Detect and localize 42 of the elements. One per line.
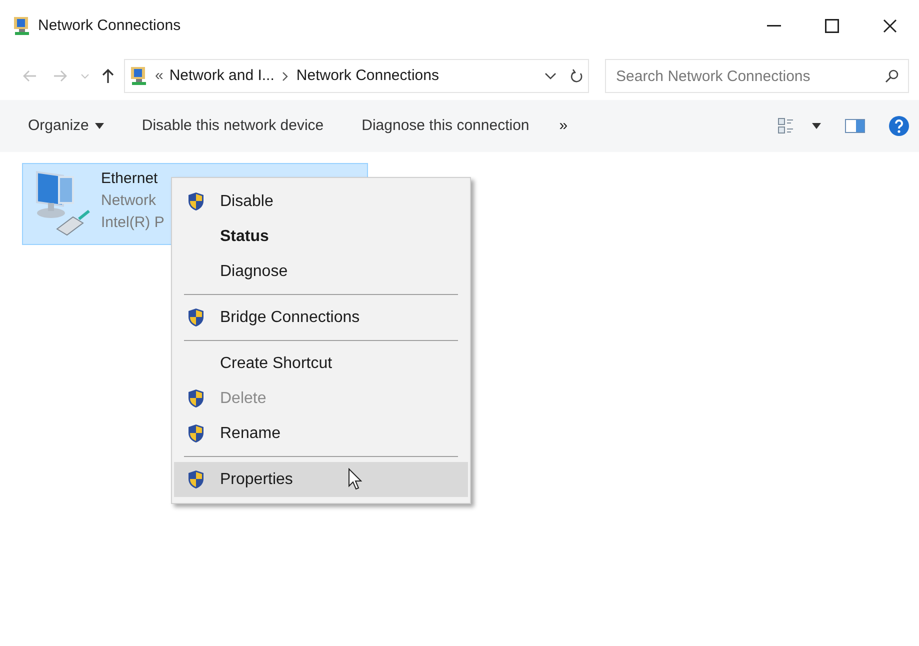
mouse-pointer-icon <box>348 468 362 490</box>
menu-item[interactable]: Create Shortcut <box>174 346 468 381</box>
caret-icon[interactable] <box>812 123 821 129</box>
preview-pane-icon[interactable] <box>845 119 865 133</box>
breadcrumb-overflow[interactable]: « <box>155 64 164 88</box>
chevron-down-icon <box>81 74 89 78</box>
toolbar-button[interactable]: Diagnose this connection <box>362 114 530 138</box>
shield-icon <box>188 389 204 408</box>
menu-item[interactable]: Bridge Connections <box>174 300 468 335</box>
breadcrumb[interactable]: Network and I... <box>169 64 274 88</box>
connection-status: Network <box>101 191 158 211</box>
chevron-right-icon[interactable] <box>282 72 288 80</box>
minimize-icon <box>767 25 781 27</box>
caret-icon <box>94 123 104 129</box>
back-arrow-icon <box>23 70 37 82</box>
help-icon[interactable] <box>889 116 909 136</box>
network-folder-icon <box>12 16 32 36</box>
shield-icon <box>188 308 204 327</box>
window-title: Network Connections <box>38 16 181 36</box>
shield-icon <box>188 470 204 489</box>
maximize-icon <box>825 19 839 33</box>
search-icon <box>885 69 899 83</box>
refresh-icon[interactable] <box>570 68 584 84</box>
breadcrumb[interactable]: Network Connections <box>296 64 439 88</box>
network-folder-icon <box>129 66 149 86</box>
menu-item[interactable]: Diagnose <box>174 254 468 289</box>
change-view-icon[interactable] <box>778 118 794 134</box>
close-icon <box>883 19 897 33</box>
forward-arrow-icon <box>53 70 67 82</box>
connection-name: Ethernet <box>101 169 159 189</box>
menu-item[interactable]: Rename <box>174 416 468 451</box>
toolbar-button[interactable]: Disable this network device <box>142 114 324 138</box>
search-field[interactable]: Search Network Connections <box>605 59 909 93</box>
up-arrow-icon <box>102 68 114 84</box>
shield-icon <box>188 424 204 443</box>
shield-icon <box>188 192 204 211</box>
adapter-name: Intel(R) P <box>101 213 164 233</box>
chevron-down-icon[interactable] <box>545 72 556 80</box>
toolbar-button[interactable]: Organize <box>28 114 104 138</box>
more-commands-button[interactable]: » <box>559 114 568 138</box>
address-bar[interactable]: « Network and I... Network Connections <box>124 59 589 93</box>
menu-item[interactable]: Properties <box>174 462 468 497</box>
